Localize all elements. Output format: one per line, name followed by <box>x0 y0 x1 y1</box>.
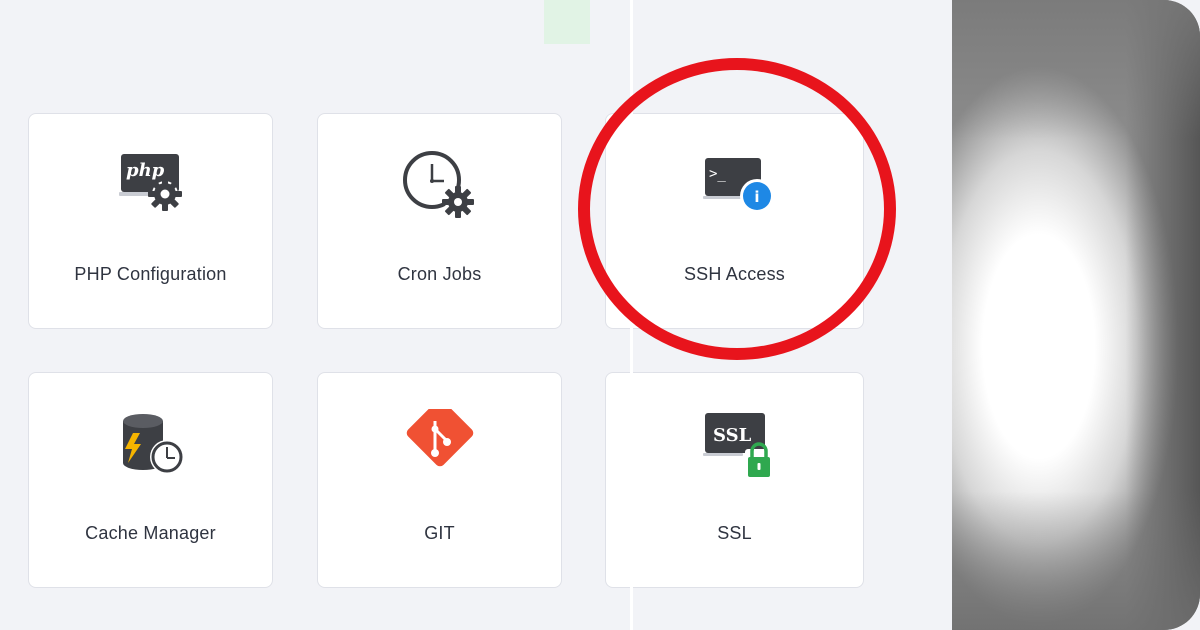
ssl-tile[interactable]: SSL SSL <box>605 372 864 588</box>
tools-panel: php PHP Configuration Cron Jobs >_ i SSH… <box>0 0 950 630</box>
tile-label: PHP Configuration <box>74 264 227 284</box>
terminal-prompt: >_ <box>709 166 726 182</box>
cron-jobs-tile[interactable]: Cron Jobs <box>317 113 562 329</box>
php-settings-icon: php <box>111 150 191 222</box>
clock-gear-icon <box>400 150 480 222</box>
ssl-lock-icon: SSL <box>695 409 775 481</box>
tile-label: Cache Manager <box>85 523 216 543</box>
tile-label: SSH Access <box>683 264 786 284</box>
tile-label: SSL <box>717 523 752 543</box>
ssl-text: SSL <box>713 425 752 446</box>
tile-label: GIT <box>424 523 455 543</box>
cache-manager-tile[interactable]: Cache Manager <box>28 372 273 588</box>
git-tile[interactable]: GIT <box>317 372 562 588</box>
php-label: php <box>126 160 165 181</box>
blurred-side-panel <box>952 0 1200 630</box>
database-clock-icon <box>111 409 191 481</box>
php-configuration-tile[interactable]: php PHP Configuration <box>28 113 273 329</box>
vertical-divider <box>630 0 633 630</box>
terminal-info-icon: >_ i <box>695 150 775 222</box>
ssh-access-tile[interactable]: >_ i SSH Access <box>605 113 864 329</box>
tile-label: Cron Jobs <box>397 264 482 284</box>
git-icon <box>400 399 480 481</box>
green-tab <box>544 0 590 44</box>
info-glyph: i <box>754 188 759 206</box>
